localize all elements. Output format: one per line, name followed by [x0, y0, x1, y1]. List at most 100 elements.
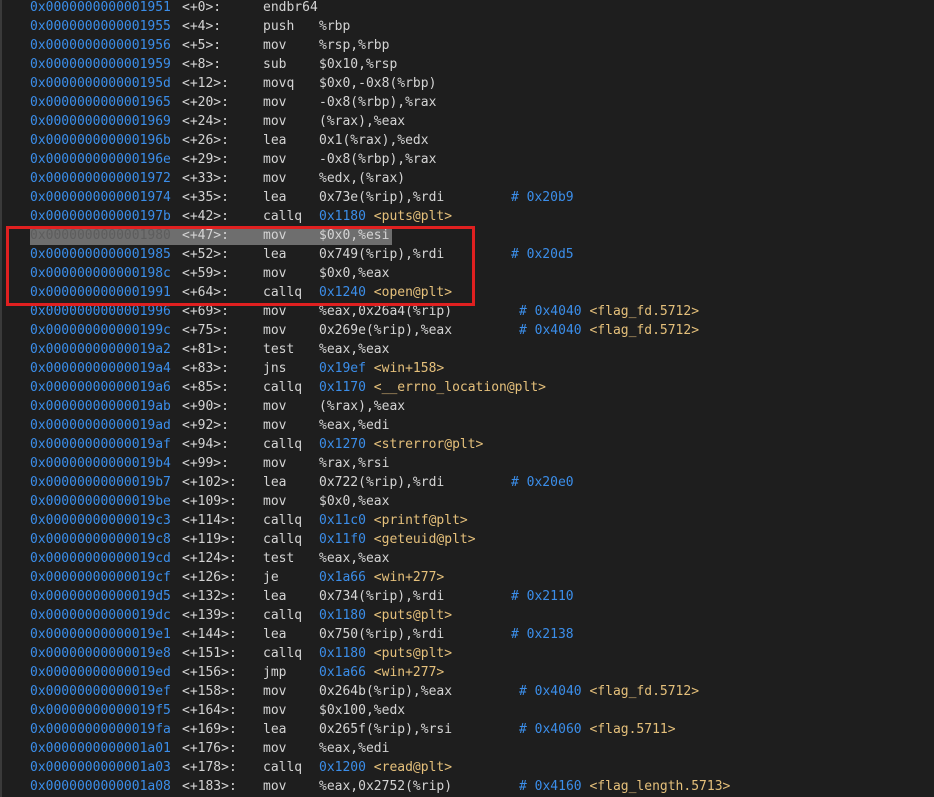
instruction-address: 0x0000000000001a01	[30, 741, 171, 756]
instruction-operands: $0x10,%rsp	[319, 55, 397, 74]
instruction-mnemonic: callq	[263, 532, 303, 547]
operand-text: $0x100,%edx	[319, 703, 406, 718]
instruction-operands: 0x1a66 <win+277>	[319, 568, 444, 587]
symbol-reference: <puts@plt>	[373, 209, 453, 224]
instruction-mnemonic: lea	[263, 247, 287, 262]
instruction-mnemonic: push	[263, 19, 295, 34]
instruction-mnemonic: callq	[263, 209, 303, 224]
operand-text: (%rax),%eax	[319, 399, 406, 414]
instruction-mnemonic: mov	[263, 152, 287, 167]
call-target-address: 0x1200	[319, 760, 366, 775]
operand-text: %rax,%rsi	[319, 456, 390, 471]
instruction-line: 0x0000000000001965 <+20>: mov -0x8(%rbp),%r…	[30, 93, 436, 112]
instruction-offset: <+64>:	[182, 285, 229, 300]
instruction-operands: -0x8(%rbp),%rax	[319, 150, 436, 169]
call-target-address: 0x1180	[319, 608, 366, 623]
instruction-mnemonic: movq	[263, 76, 295, 91]
instruction-address: 0x0000000000001980	[30, 228, 171, 243]
instruction-line: 0x00000000000019b4 <+99>: mov %rax,%rsi	[30, 454, 392, 473]
instruction-line: 0x00000000000019a4 <+83>: jns 0x19ef <win+1…	[30, 359, 444, 378]
instruction-address: 0x000000000000195d	[30, 76, 171, 91]
instruction-mnemonic: test	[263, 551, 295, 566]
instruction-line: 0x00000000000019ef <+158>: mov 0x264b(%rip)…	[30, 682, 699, 701]
instruction-line: 0x00000000000019cd <+124>: test %eax,%eax	[30, 549, 392, 568]
instruction-operands: 0x749(%rip),%rdi	[319, 245, 444, 264]
instruction-operands: 0x265f(%rip),%rsi	[319, 720, 452, 739]
symbol-reference: <printf@plt>	[373, 513, 468, 528]
instruction-operands: 0x1200 <read@plt>	[319, 758, 452, 777]
instruction-operands: 0x722(%rip),%rdi	[319, 473, 444, 492]
instruction-offset: <+176>:	[182, 741, 237, 756]
instruction-line: 0x00000000000019a6 <+85>: callq 0x1170 <__e…	[30, 378, 546, 397]
instruction-offset: <+124>:	[182, 551, 237, 566]
address-comment: # 0x2138	[511, 627, 574, 642]
instruction-offset: <+26>:	[182, 133, 229, 148]
operand-text: %eax,%eax	[319, 551, 390, 566]
instruction-address: 0x00000000000019cd	[30, 551, 171, 566]
instruction-mnemonic: callq	[263, 646, 303, 661]
operand-text: 0x73e(%rip),%rdi	[319, 190, 445, 205]
instruction-offset: <+29>:	[182, 152, 229, 167]
instruction-line: 0x000000000000197b <+42>: callq 0x1180 <put…	[30, 207, 452, 226]
call-target-address: 0x1170	[319, 380, 366, 395]
instruction-offset: <+109>:	[182, 494, 237, 509]
instruction-offset: <+126>:	[182, 570, 237, 585]
address-comment: # 0x4160	[519, 779, 582, 794]
instruction-mnemonic: callq	[263, 285, 303, 300]
instruction-operands: $0x0,-0x8(%rbp)	[319, 74, 436, 93]
instruction-offset: <+132>:	[182, 589, 237, 604]
call-target-address: 0x11c0	[319, 513, 366, 528]
instruction-address: 0x000000000000198c	[30, 266, 171, 281]
instruction-line: 0x00000000000019dc <+139>: callq 0x1180 <pu…	[30, 606, 452, 625]
instruction-address: 0x00000000000019fa	[30, 722, 171, 737]
instruction-offset: <+42>:	[182, 209, 229, 224]
instruction-offset: <+59>:	[182, 266, 229, 281]
instruction-line: 0x0000000000001a03 <+178>: callq 0x1200 <re…	[30, 758, 452, 777]
operand-text: -0x8(%rbp),%rax	[319, 152, 437, 167]
instruction-offset: <+8>:	[182, 57, 222, 72]
symbol-reference: <open@plt>	[373, 285, 453, 300]
instruction-offset: <+99>:	[182, 456, 229, 471]
instruction-operands: 0x73e(%rip),%rdi	[319, 188, 444, 207]
instruction-address: 0x00000000000019ad	[30, 418, 171, 433]
address-comment: # 0x4040	[519, 304, 582, 319]
instruction-operands: %eax,%edi	[319, 739, 389, 758]
instruction-line: 0x00000000000019b7 <+102>: lea 0x722(%rip),…	[30, 473, 574, 492]
instruction-mnemonic: sub	[263, 57, 287, 72]
operand-text: 0x264b(%rip),%eax	[319, 684, 453, 699]
instruction-line: 0x00000000000019c8 <+119>: callq 0x11f0 <ge…	[30, 530, 476, 549]
symbol-reference: <flag.5711>	[589, 722, 676, 737]
instruction-operands: 0x264b(%rip),%eax	[319, 682, 452, 701]
instruction-mnemonic: jns	[263, 361, 287, 376]
instruction-offset: <+81>:	[182, 342, 229, 357]
instruction-address: 0x0000000000001951	[30, 0, 171, 15]
instruction-line: 0x00000000000019d5 <+132>: lea 0x734(%rip),…	[30, 587, 574, 606]
instruction-mnemonic: lea	[263, 190, 287, 205]
instruction-operands: 0x269e(%rip),%eax	[319, 321, 452, 340]
instruction-address: 0x00000000000019a6	[30, 380, 171, 395]
call-target-address: 0x1a66	[319, 665, 366, 680]
symbol-reference: <puts@plt>	[373, 646, 453, 661]
operand-text: %eax,0x2752(%rip)	[319, 779, 453, 794]
symbol-reference: <win+158>	[373, 361, 445, 376]
instruction-mnemonic: mov	[263, 456, 287, 471]
operand-text: %edx,(%rax)	[319, 171, 406, 186]
instruction-offset: <+52>:	[182, 247, 229, 262]
symbol-reference: <read@plt>	[373, 760, 453, 775]
instruction-operands: $0x100,%edx	[319, 701, 405, 720]
operand-text: -0x8(%rbp),%rax	[319, 95, 437, 110]
instruction-operands: 0x750(%rip),%rdi	[319, 625, 444, 644]
address-comment: # 0x20e0	[511, 475, 574, 490]
instruction-operands: $0x0,%esi	[319, 226, 389, 245]
instruction-mnemonic: mov	[263, 171, 287, 186]
instruction-mnemonic: callq	[263, 608, 303, 623]
instruction-operands: %eax,%eax	[319, 340, 389, 359]
instruction-line: 0x0000000000001969 <+24>: mov (%rax),%eax	[30, 112, 405, 131]
call-target-address: 0x1180	[319, 646, 366, 661]
instruction-line: 0x0000000000001a08 <+183>: mov %eax,0x2752(…	[30, 777, 730, 796]
operand-text: %rbp	[319, 19, 351, 34]
instruction-operands: %edx,(%rax)	[319, 169, 405, 188]
symbol-reference: <strerror@plt>	[373, 437, 484, 452]
instruction-operands: 0x1180 <puts@plt>	[319, 207, 452, 226]
instruction-offset: <+183>:	[182, 779, 237, 794]
